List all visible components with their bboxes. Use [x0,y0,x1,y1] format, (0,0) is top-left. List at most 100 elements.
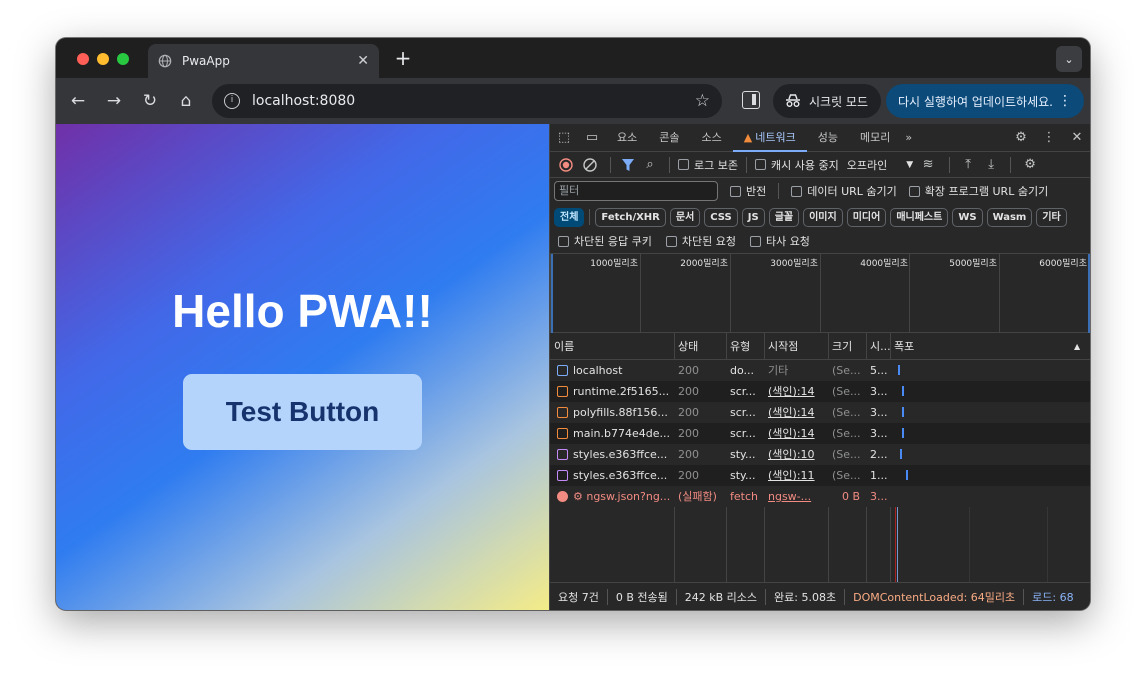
cell-initiator[interactable]: (색인):11 [764,465,828,486]
forward-arrow-icon[interactable]: → [104,91,124,111]
network-conditions-icon[interactable]: ≋ [915,157,941,172]
clear-icon[interactable] [578,157,602,172]
col-initiator-header[interactable]: 시작점 [764,333,828,360]
more-tabs-icon[interactable]: » [901,124,916,152]
download-icon[interactable]: ⤓ [980,157,1002,172]
disable-cache-checkbox[interactable]: 캐시 사용 중지 [754,157,839,173]
throttle-select[interactable]: 오프라인 ▼ [847,157,913,173]
table-row[interactable]: styles.e363ffce... 200 sty... (색인):10 (Se...… [550,444,1090,465]
blocked-filter-row: 차단된 응답 쿠키 차단된 요청 타사 요청 [550,229,1090,253]
close-devtools-icon[interactable]: ✕ [1063,130,1090,145]
invert-label: 반전 [746,185,767,198]
hide-data-urls-label: 데이터 URL 숨기기 [807,185,897,198]
new-tab-button[interactable]: + [391,47,415,71]
reload-icon[interactable]: ↻ [140,91,160,111]
tab-network[interactable]: ▲ 네트워크 [732,124,807,152]
col-time-header[interactable]: 시... [866,333,890,360]
devtools-menu-icon[interactable]: ⋮ [1035,130,1063,145]
waterfall-bar[interactable] [898,365,901,375]
cell-status: (실패함) [678,490,717,503]
cell-initiator[interactable]: (색인):10 [764,444,828,465]
back-arrow-icon[interactable]: ← [68,91,88,111]
browser-tab[interactable]: PwaApp ✕ [148,44,379,78]
tab-memory[interactable]: 메모리 [849,124,901,152]
tab-elements[interactable]: 요소 [606,124,648,152]
type-filter-manifest[interactable]: 매니페스트 [890,207,949,227]
waterfall-bar[interactable] [906,470,909,480]
type-filter-other[interactable]: 기타 [1036,207,1067,227]
invert-checkbox[interactable]: 반전 [730,183,766,199]
waterfall-bar[interactable] [900,449,903,459]
inspect-element-icon[interactable]: ⬚ [550,130,578,145]
table-row[interactable]: polyfills.88f156... 200 scr... (색인):14 (Se..… [550,402,1090,423]
filter-icon[interactable] [619,158,637,172]
upload-icon[interactable]: ⤒ [958,157,978,172]
settings-gear-icon[interactable]: ⚙ [1007,130,1035,145]
cell-type: do... [730,364,755,377]
type-filter-font[interactable]: 글꼴 [768,207,800,227]
type-filter-media[interactable]: 미디어 [846,207,887,227]
more-vert-icon[interactable]: ⋮ [1058,93,1072,109]
tab-search-button[interactable]: ⌄ [1056,46,1082,72]
third-party-checkbox[interactable]: 타사 요청 [749,233,810,249]
record-stop-icon[interactable] [556,157,576,172]
waterfall-bar[interactable] [902,428,905,438]
script-file-icon [557,407,568,418]
cell-type: sty... [730,469,756,482]
tab-console[interactable]: 콘솔 [648,124,690,152]
table-row[interactable]: ⚙ ngsw.json?ng... (실패함) fetch ngsw-... 0 B 3.… [550,486,1090,507]
cell-initiator[interactable]: (색인):14 [764,402,828,423]
side-panel-icon[interactable] [742,91,760,109]
waterfall-bar[interactable] [902,386,905,396]
col-waterfall-header[interactable]: 폭포 [890,333,1090,360]
col-status-header[interactable]: 상태 [674,333,726,360]
test-button[interactable]: Test Button [183,374,422,450]
col-size-header[interactable]: 크기 [828,333,866,360]
type-filter-ws[interactable]: WS [952,207,983,227]
sort-ascending-icon[interactable]: ▲ [1070,333,1080,360]
cell-initiator[interactable]: (색인):14 [764,423,828,444]
bookmark-star-icon[interactable]: ☆ [695,91,710,111]
incognito-indicator[interactable]: 시크릿 모드 [773,84,881,118]
address-bar[interactable]: i localhost:8080 ☆ [212,84,722,118]
minimize-window-button[interactable] [97,53,109,65]
type-filter-doc[interactable]: 문서 [669,207,701,227]
tab-performance[interactable]: 성능 [807,124,849,152]
timeline-tick-label: 1000밀리초 [590,259,638,269]
network-settings-icon[interactable]: ⚙ [1019,157,1041,172]
cell-initiator[interactable]: (색인):14 [764,381,828,402]
hide-data-urls-checkbox[interactable]: 데이터 URL 숨기기 [791,183,897,199]
zoom-window-button[interactable] [117,53,129,65]
close-tab-icon[interactable]: ✕ [357,53,369,69]
hide-extension-urls-checkbox[interactable]: 확장 프로그램 URL 숨기기 [908,183,1048,199]
type-filter-css[interactable]: CSS [704,207,738,227]
site-info-icon[interactable]: i [224,93,240,109]
timeline-overview[interactable]: 1000밀리초 2000밀리초 3000밀리초 4000밀리초 5000밀리초 6000밀… [550,253,1090,334]
cell-initiator[interactable]: 기타 [764,360,828,381]
blocked-cookies-checkbox[interactable]: 차단된 응답 쿠키 [558,233,652,249]
filter-input[interactable]: 필터 [554,181,718,201]
device-toolbar-icon[interactable]: ▭ [578,130,606,145]
tab-sources[interactable]: 소스 [691,124,733,152]
dropdown-arrow-icon: ▼ [906,159,914,170]
table-row[interactable]: styles.e363ffce... 200 sty... (색인):11 (Se...… [550,465,1090,486]
disable-cache-label: 캐시 사용 중지 [770,158,839,172]
preserve-log-checkbox[interactable]: 로그 보존 [678,157,738,173]
type-filter-fetch[interactable]: Fetch/XHR [595,207,666,227]
blocked-requests-checkbox[interactable]: 차단된 요청 [665,233,736,249]
col-name-header[interactable]: 이름 [550,333,674,360]
table-row[interactable]: main.b774e4de... 200 scr... (색인):14 (Se... 3.… [550,423,1090,444]
waterfall-bar[interactable] [902,407,905,417]
type-filter-all[interactable]: 전체 [554,207,585,227]
cell-initiator[interactable]: ngsw-... [764,486,828,507]
table-row[interactable]: runtime.2f5165... 200 scr... (색인):14 (Se... 3… [550,381,1090,402]
type-filter-img[interactable]: 이미지 [803,207,843,227]
search-icon[interactable]: ⌕ [639,157,661,172]
table-row[interactable]: localhost 200 do... 기타 (Se... 5... [550,360,1090,381]
type-filter-js[interactable]: JS [741,207,765,227]
col-type-header[interactable]: 유형 [726,333,764,360]
home-icon[interactable]: ⌂ [176,91,196,111]
type-filter-wasm[interactable]: Wasm [986,207,1033,227]
close-window-button[interactable] [77,53,89,65]
update-button[interactable]: 다시 실행하여 업데이트하세요. ⋮ [886,84,1084,118]
